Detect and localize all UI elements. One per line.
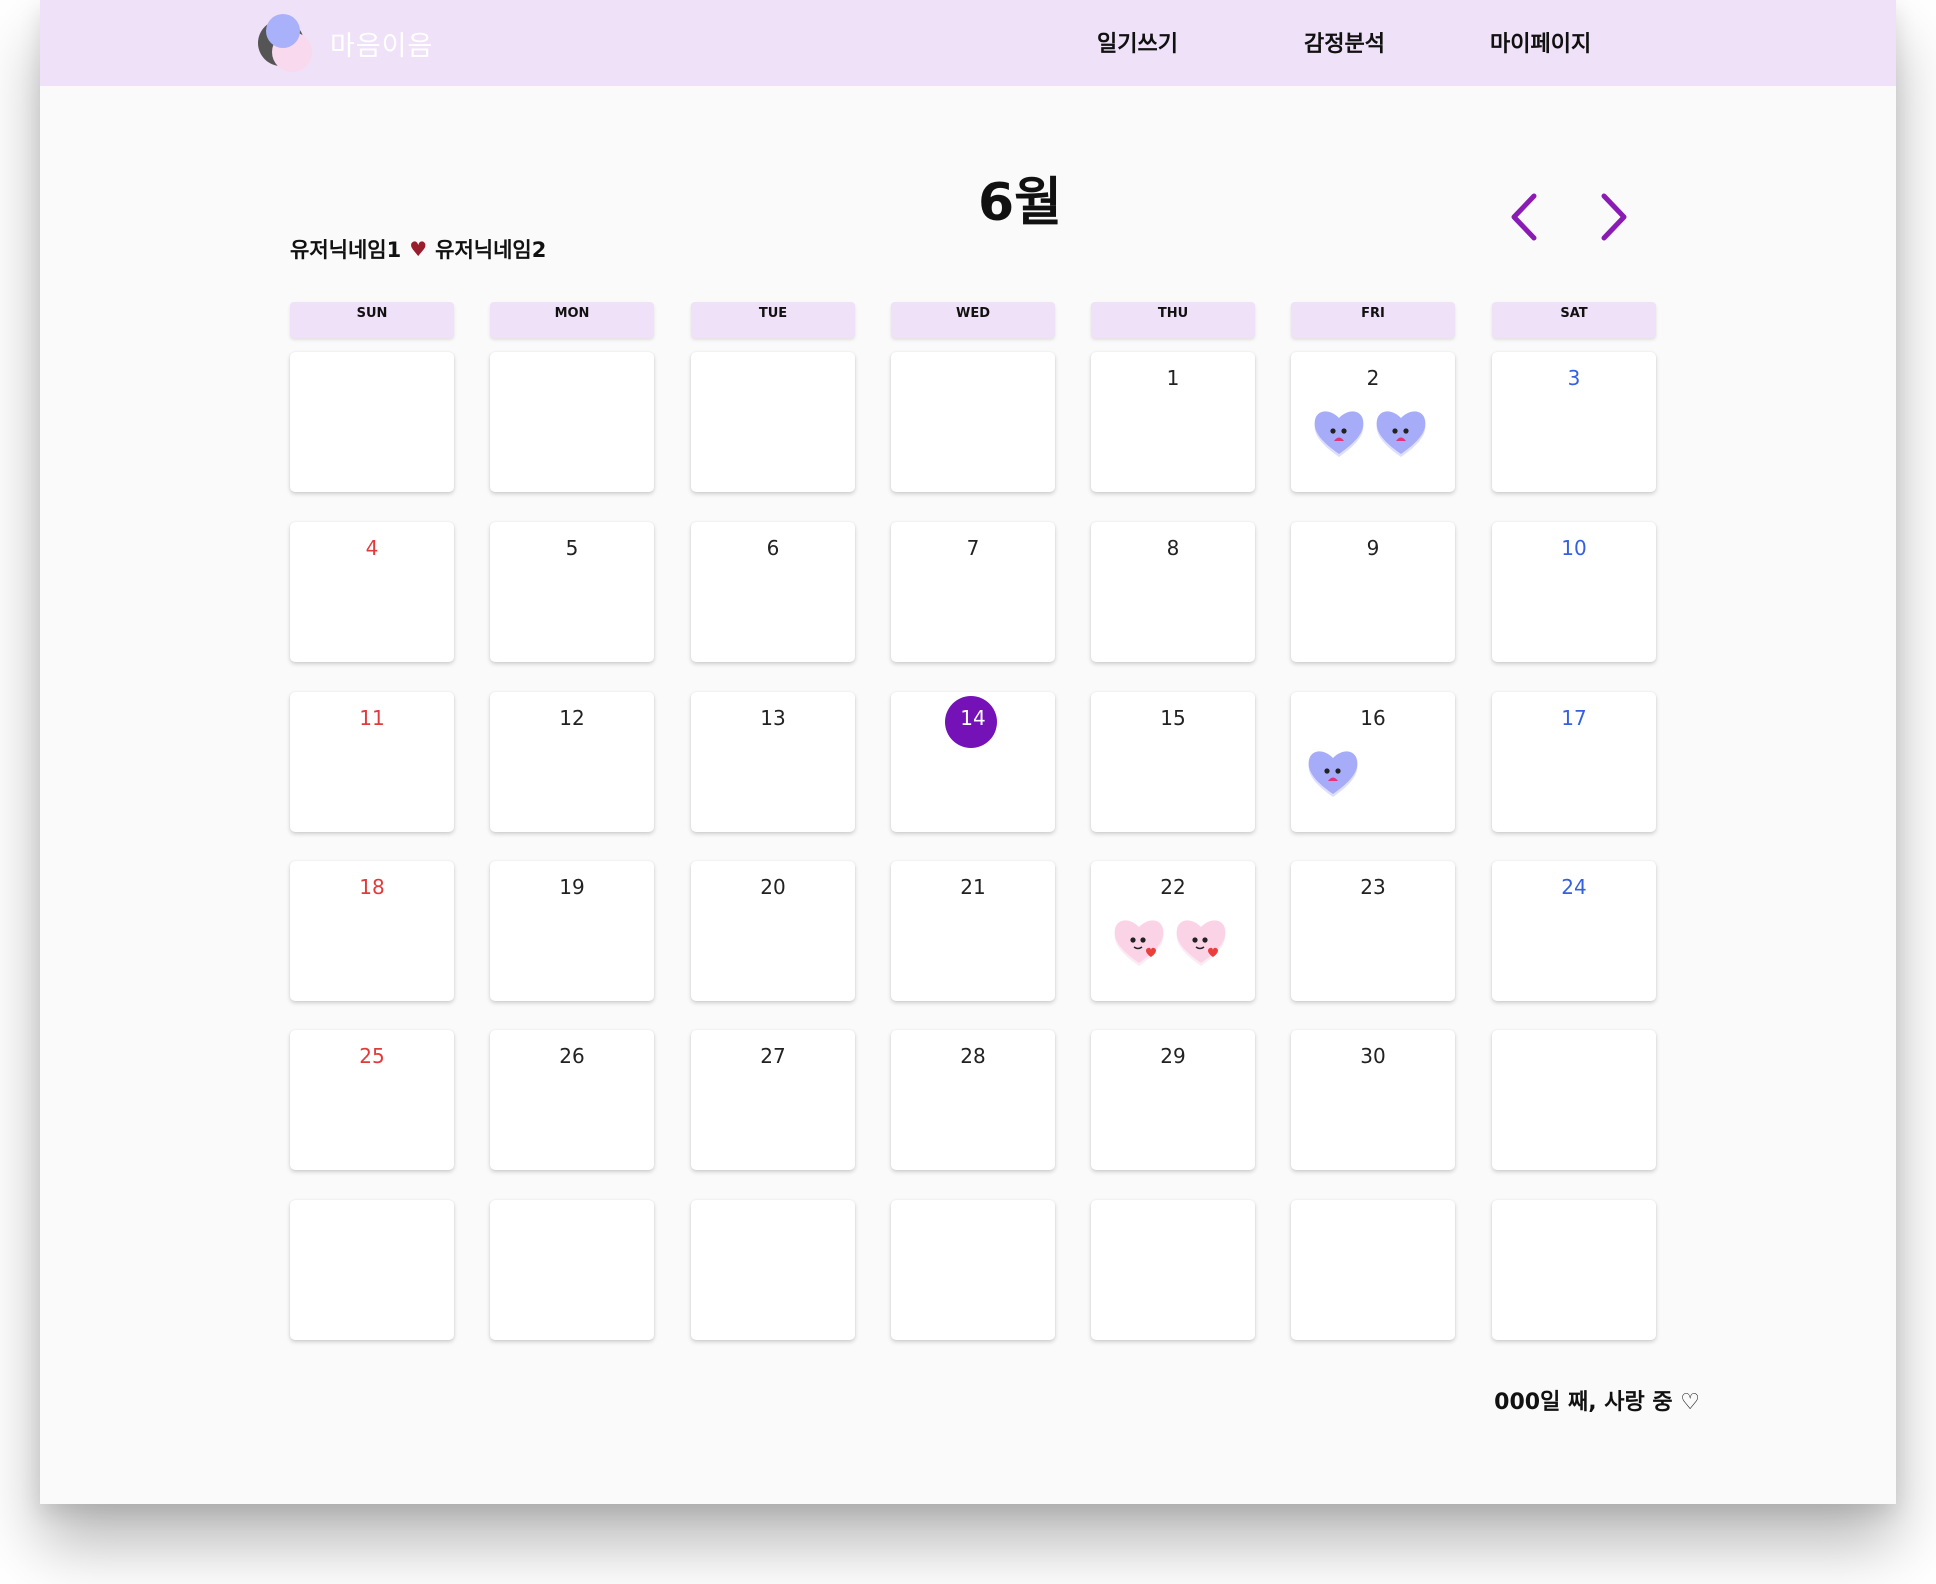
- day-cell-empty: [891, 352, 1055, 492]
- day-cell-23[interactable]: 23: [1291, 861, 1455, 1001]
- day-cell-26[interactable]: 26: [490, 1030, 654, 1170]
- day-cell-empty: [490, 1200, 654, 1340]
- day-cell-8[interactable]: 8: [1091, 522, 1255, 662]
- day-cell-empty: [290, 1200, 454, 1340]
- day-number: 5: [565, 536, 579, 560]
- weekday-sat: SAT: [1492, 302, 1656, 338]
- day-number: 6: [766, 536, 780, 560]
- day-cell-28[interactable]: 28: [891, 1030, 1055, 1170]
- day-cell-21[interactable]: 21: [891, 861, 1055, 1001]
- day-cell-19[interactable]: 19: [490, 861, 654, 1001]
- day-cell-24[interactable]: 24: [1492, 861, 1656, 1001]
- day-number: 13: [760, 706, 786, 730]
- day-number: 23: [1360, 875, 1386, 899]
- day-cell-17[interactable]: 17: [1492, 692, 1656, 832]
- day-number: 21: [960, 875, 986, 899]
- day-number: 17: [1561, 706, 1587, 730]
- love-heart-emotion-icon[interactable]: [1173, 913, 1229, 969]
- day-cell-empty: [490, 352, 654, 492]
- weekday-tue: TUE: [691, 302, 855, 338]
- user2-nickname: 유저닉네임2: [435, 238, 547, 262]
- day-number: 10: [1561, 536, 1587, 560]
- day-cell-13[interactable]: 13: [691, 692, 855, 832]
- love-heart-emotion-icon[interactable]: [1111, 913, 1167, 969]
- user1-nickname: 유저닉네임1: [290, 238, 402, 262]
- day-number: 30: [1360, 1044, 1386, 1068]
- day-number: 7: [966, 536, 980, 560]
- day-cell-empty: [1291, 1200, 1455, 1340]
- day-cell-5[interactable]: 5: [490, 522, 654, 662]
- day-number: 8: [1166, 536, 1180, 560]
- sad-heart-emotion-icon[interactable]: [1305, 744, 1361, 800]
- nav-emotion-analysis[interactable]: 감정분석: [1304, 26, 1385, 58]
- day-cell-empty: [1091, 1200, 1255, 1340]
- day-number: 16: [1360, 706, 1386, 730]
- day-number: 3: [1567, 366, 1581, 390]
- weekday-wed: WED: [891, 302, 1055, 338]
- day-cell-3[interactable]: 3: [1492, 352, 1656, 492]
- day-number: 4: [365, 536, 379, 560]
- heart-icon: ♥: [409, 237, 428, 261]
- day-number: 12: [559, 706, 585, 730]
- nav-my-page[interactable]: 마이페이지: [1490, 26, 1591, 58]
- day-cell-16[interactable]: 16: [1291, 692, 1455, 832]
- app-window: 마음이음 일기쓰기 감정분석 마이페이지 6월 유저닉네임1 ♥ 유저닉네임2 …: [40, 0, 1896, 1504]
- day-cell-empty: [891, 1200, 1055, 1340]
- weekday-fri: FRI: [1291, 302, 1455, 338]
- couple-names: 유저닉네임1 ♥ 유저닉네임2: [290, 234, 546, 264]
- day-cell-18[interactable]: 18: [290, 861, 454, 1001]
- day-number: 14: [960, 706, 986, 730]
- navbar: 마음이음 일기쓰기 감정분석 마이페이지: [40, 0, 1896, 86]
- day-cell-22[interactable]: 22: [1091, 861, 1255, 1001]
- day-number: 18: [359, 875, 385, 899]
- month-title: 6월: [977, 173, 1063, 233]
- day-number: 9: [1366, 536, 1380, 560]
- day-number: 28: [960, 1044, 986, 1068]
- day-number: 11: [359, 706, 385, 730]
- day-cell-29[interactable]: 29: [1091, 1030, 1255, 1170]
- day-cell-7[interactable]: 7: [891, 522, 1055, 662]
- day-number: 24: [1561, 875, 1587, 899]
- brand-name[interactable]: 마음이음: [330, 24, 433, 63]
- day-number: 26: [559, 1044, 585, 1068]
- day-cell-empty: [1492, 1200, 1656, 1340]
- nav-write-diary[interactable]: 일기쓰기: [1097, 26, 1178, 58]
- day-cell-9[interactable]: 9: [1291, 522, 1455, 662]
- day-cell-25[interactable]: 25: [290, 1030, 454, 1170]
- day-number: 19: [559, 875, 585, 899]
- day-cell-1[interactable]: 1: [1091, 352, 1255, 492]
- day-number: 27: [760, 1044, 786, 1068]
- day-cell-20[interactable]: 20: [691, 861, 855, 1001]
- day-cell-empty: [691, 1200, 855, 1340]
- day-cell-14[interactable]: 14: [891, 692, 1055, 832]
- prev-month-arrow-icon[interactable]: [1502, 190, 1546, 244]
- day-number: 22: [1160, 875, 1186, 899]
- weekday-sun: SUN: [290, 302, 454, 338]
- day-number: 25: [359, 1044, 385, 1068]
- day-cell-2[interactable]: 2: [1291, 352, 1455, 492]
- sad-heart-emotion-icon[interactable]: [1373, 404, 1429, 460]
- day-cell-4[interactable]: 4: [290, 522, 454, 662]
- weekday-thu: THU: [1091, 302, 1255, 338]
- day-cell-11[interactable]: 11: [290, 692, 454, 832]
- day-number: 29: [1160, 1044, 1186, 1068]
- anniversary-text: 000일 째, 사랑 중 ♡: [1494, 1390, 1700, 1415]
- day-cell-empty: [290, 352, 454, 492]
- day-cell-empty: [1492, 1030, 1656, 1170]
- day-cell-10[interactable]: 10: [1492, 522, 1656, 662]
- day-number: 15: [1160, 706, 1186, 730]
- day-cell-30[interactable]: 30: [1291, 1030, 1455, 1170]
- day-number: 1: [1166, 366, 1180, 390]
- day-cell-empty: [691, 352, 855, 492]
- logo-icon[interactable]: [258, 14, 318, 74]
- sad-heart-emotion-icon[interactable]: [1311, 404, 1367, 460]
- day-cell-12[interactable]: 12: [490, 692, 654, 832]
- next-month-arrow-icon[interactable]: [1592, 190, 1636, 244]
- day-cell-27[interactable]: 27: [691, 1030, 855, 1170]
- day-cell-6[interactable]: 6: [691, 522, 855, 662]
- weekday-mon: MON: [490, 302, 654, 338]
- day-number: 20: [760, 875, 786, 899]
- day-number: 2: [1366, 366, 1380, 390]
- day-cell-15[interactable]: 15: [1091, 692, 1255, 832]
